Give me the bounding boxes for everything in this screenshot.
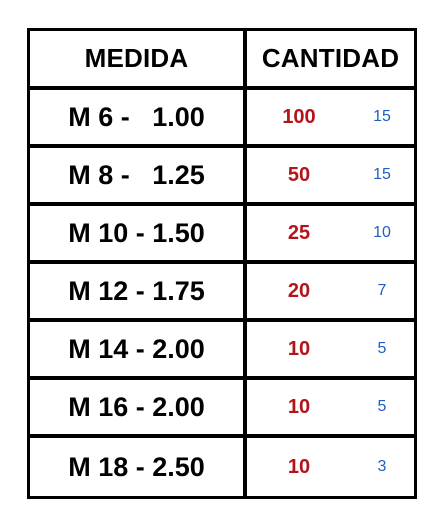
cantidad-cell: 25 10 xyxy=(247,206,414,260)
medida-cell: M 18 - 2.50 xyxy=(30,438,243,496)
secondary-quantity-value: 10 xyxy=(373,224,391,241)
cantidad-cell: 50 15 xyxy=(247,148,414,202)
medida-cell: M 10 - 1.50 xyxy=(30,206,243,260)
medida-value: M 10 - 1.50 xyxy=(68,217,205,248)
cantidad-cell: 10 5 xyxy=(247,380,414,434)
cantidad-cell: 10 5 xyxy=(247,322,414,376)
secondary-quantity-value: 7 xyxy=(377,282,387,299)
table-row: M 8 - 1.25 50 15 xyxy=(30,148,414,202)
medida-value: M 12 - 1.75 xyxy=(68,275,205,306)
cantidad-value: 20 xyxy=(287,279,311,302)
table-row: M 18 - 2.50 10 3 xyxy=(30,438,414,496)
cantidad-value: 10 xyxy=(287,337,311,360)
cantidad-cell: 10 3 xyxy=(247,438,414,496)
secondary-quantity-value: 15 xyxy=(373,108,391,125)
medida-value: M 18 - 2.50 xyxy=(68,451,205,482)
secondary-quantity-value: 5 xyxy=(377,398,387,415)
medida-cell: M 12 - 1.75 xyxy=(30,264,243,318)
header-cell-medida: MEDIDA xyxy=(30,31,243,86)
medida-value: M 16 - 2.00 xyxy=(68,391,205,422)
table-row: M 12 - 1.75 20 7 xyxy=(30,264,414,318)
secondary-quantity-value: 3 xyxy=(377,458,387,475)
cantidad-value: 25 xyxy=(287,221,311,244)
cantidad-value: 10 xyxy=(287,395,311,418)
medida-value: M 8 - 1.25 xyxy=(68,159,205,190)
medida-cell: M 14 - 2.00 xyxy=(30,322,243,376)
medida-value: M 14 - 2.00 xyxy=(68,333,205,364)
size-quantity-table: MEDIDA CANTIDAD M 6 - 1.00 100 15 M 8 - … xyxy=(27,28,417,499)
cantidad-value: 10 xyxy=(287,455,311,478)
medida-cell: M 16 - 2.00 xyxy=(30,380,243,434)
table-header-row: MEDIDA CANTIDAD xyxy=(30,31,414,86)
table-row: M 10 - 1.50 25 10 xyxy=(30,206,414,260)
table-row: M 6 - 1.00 100 15 xyxy=(30,90,414,144)
header-medida: MEDIDA xyxy=(84,43,189,73)
medida-cell: M 8 - 1.25 xyxy=(30,148,243,202)
cantidad-cell: 100 15 xyxy=(247,90,414,144)
cantidad-value: 100 xyxy=(282,105,316,128)
medida-cell: M 6 - 1.00 xyxy=(30,90,243,144)
table-row: M 14 - 2.00 10 5 xyxy=(30,322,414,376)
cantidad-value: 50 xyxy=(287,163,311,186)
table-row: M 16 - 2.00 10 5 xyxy=(30,380,414,434)
header-cell-cantidad: CANTIDAD xyxy=(247,31,414,86)
secondary-quantity-value: 15 xyxy=(373,166,391,183)
medida-value: M 6 - 1.00 xyxy=(68,101,205,132)
cantidad-cell: 20 7 xyxy=(247,264,414,318)
secondary-quantity-value: 5 xyxy=(377,340,387,357)
header-cantidad: CANTIDAD xyxy=(261,43,400,73)
